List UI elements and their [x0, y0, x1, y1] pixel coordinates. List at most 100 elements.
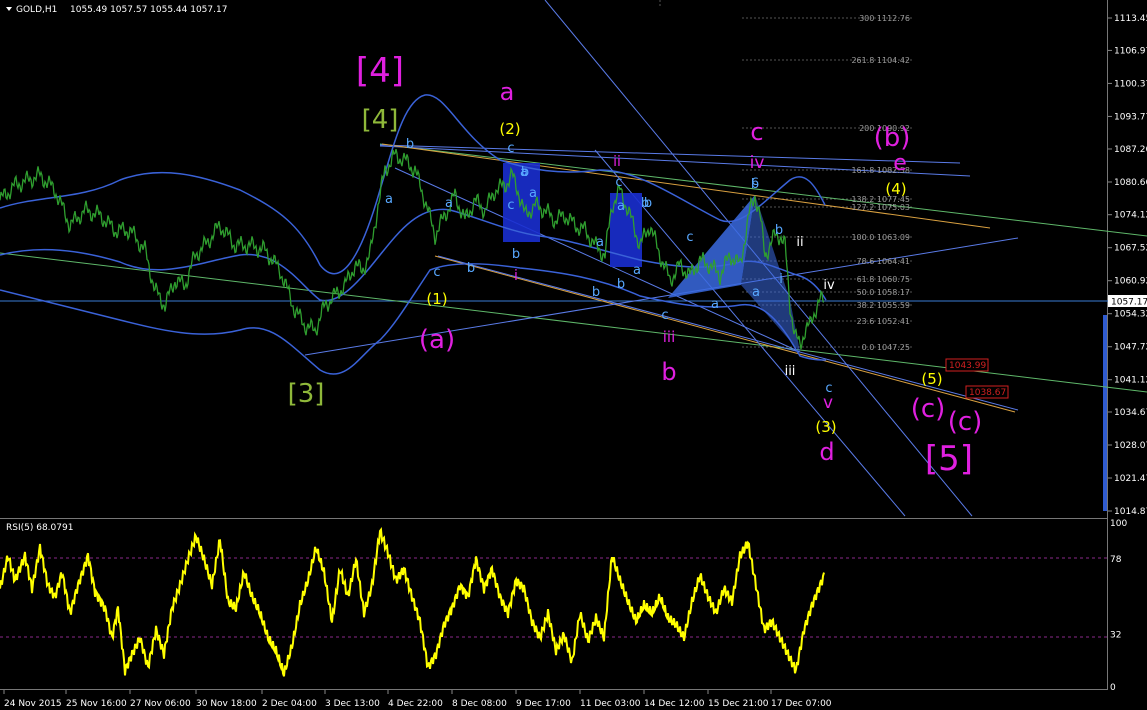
- wave-label: (c): [948, 407, 983, 437]
- wave-label: a: [752, 285, 760, 300]
- wave-label: d: [819, 438, 834, 466]
- fib-level-label: 61.8 1060.75: [857, 275, 910, 284]
- wave-label: (5): [921, 370, 942, 388]
- time-tick-label: 11 Dec 03:00: [580, 699, 641, 709]
- price-tick-label: 1054.32: [1114, 310, 1147, 320]
- fib-level-label: 78.6 1064.41: [857, 257, 910, 266]
- wave-label: c: [615, 175, 622, 190]
- price-tick-label: 1080.66: [1114, 178, 1147, 188]
- wave-label: (1): [426, 290, 447, 308]
- wave-label: b: [617, 277, 625, 292]
- time-tick-label: 25 Nov 16:00: [66, 699, 127, 709]
- wave-label: c: [751, 174, 758, 189]
- wave-label: c: [750, 118, 763, 146]
- fib-level-label: 127.2 1075.03: [851, 203, 910, 212]
- price-tick-label: 1060.92: [1114, 277, 1147, 287]
- wave-label: e: [893, 151, 907, 176]
- wave-label: i: [514, 268, 518, 284]
- price-tick-label: 1047.72: [1114, 343, 1147, 353]
- wave-label: (c): [911, 394, 946, 424]
- price-tick-label: 1041.12: [1114, 376, 1147, 386]
- wave-label: c: [686, 230, 693, 245]
- fib-level-label: 23.6 1052.41: [857, 317, 910, 326]
- fib-level-label: 100.0 1063.09: [851, 233, 910, 242]
- time-tick-label: 17 Dec 07:00: [771, 699, 832, 709]
- fib-level-label: 50.0 1058.17: [857, 288, 910, 297]
- time-tick-label: 30 Nov 18:00: [196, 699, 257, 709]
- wave-label: b: [775, 223, 783, 238]
- wave-label: a: [633, 263, 641, 278]
- price-tick-label: 1087.26: [1114, 145, 1147, 155]
- wave-label: b: [406, 137, 414, 152]
- price-tick-label: 1113.45: [1114, 14, 1147, 24]
- wave-label: [4]: [362, 105, 399, 135]
- wave-label: a: [711, 297, 719, 312]
- wave-label: iii: [785, 364, 796, 379]
- wave-label: i: [779, 272, 783, 287]
- wave-label: (a): [419, 325, 455, 355]
- fib-level-label: 38.2 1055.59: [857, 301, 910, 310]
- price-tick-label: 1028.07: [1114, 441, 1147, 451]
- time-tick-label: 3 Dec 13:00: [325, 699, 380, 709]
- time-tick-label: 9 Dec 17:00: [516, 699, 571, 709]
- wave-label: [4]: [356, 51, 404, 91]
- wave-label: a: [385, 192, 393, 207]
- price-tick-label: 1021.47: [1114, 474, 1147, 484]
- wave-label: a: [617, 199, 625, 214]
- symbol-label: GOLD,H1: [16, 5, 57, 15]
- ohlc-values: 1055.49 1057.57 1055.44 1057.17: [70, 5, 227, 15]
- rsi-tick-label: 78: [1110, 555, 1122, 565]
- price-tick-label: 1093.77: [1114, 112, 1147, 122]
- rsi-tick-label: 32: [1110, 631, 1121, 641]
- wave-label: c: [507, 141, 514, 156]
- fib-level-label: 300 1112.76: [859, 14, 910, 23]
- wave-label: a: [445, 196, 453, 211]
- wave-label: (b): [874, 123, 911, 153]
- rsi-tick-label: 0: [1110, 683, 1116, 693]
- fib-level-label: 0.0 1047.25: [862, 343, 910, 352]
- price-tick-label: 1106.97: [1114, 46, 1147, 56]
- time-tick-label: 14 Dec 12:00: [644, 699, 705, 709]
- wave-label: (3): [815, 418, 836, 436]
- chart-header: GOLD,H1 1055.49 1057.57 1055.44 1057.17: [6, 5, 227, 15]
- price-tick-label: 1067.52: [1114, 244, 1147, 254]
- wave-label: c: [661, 308, 668, 323]
- wave-label: b: [521, 165, 529, 180]
- time-tick-label: 24 Nov 2015: [4, 699, 62, 709]
- wave-label: a: [529, 186, 537, 201]
- rsi-label: RSI(5) 68.0791: [6, 523, 73, 533]
- wave-label: b: [661, 358, 676, 386]
- price-tick-label: 1100.37: [1114, 79, 1147, 89]
- time-tick-label: 15 Dec 21:00: [708, 699, 769, 709]
- wave-label: b: [512, 247, 520, 262]
- wave-label: iv: [750, 153, 765, 173]
- wave-label: a: [596, 235, 604, 250]
- wave-label: b: [641, 196, 649, 211]
- wave-label: c: [825, 381, 832, 396]
- wave-label: [5]: [925, 439, 973, 479]
- wave-label: ii: [613, 154, 621, 170]
- wave-label: (2): [499, 120, 520, 138]
- time-tick-label: 4 Dec 22:00: [388, 699, 443, 709]
- price-tag-label: 1038.67: [969, 388, 1006, 398]
- price-tick-label: 1074.12: [1114, 211, 1147, 221]
- wave-label: iv: [823, 278, 835, 293]
- chart-svg: GOLD,H1 1055.49 1057.57 1055.44 1057.17 …: [0, 0, 1147, 710]
- time-tick-label: 27 Nov 06:00: [130, 699, 191, 709]
- price-tick-label: 1034.67: [1114, 408, 1147, 418]
- chart-window: GOLD,H1 1055.49 1057.57 1055.44 1057.17 …: [0, 0, 1147, 710]
- price-tick-label: 1014.87: [1114, 507, 1147, 517]
- wave-label: iii: [663, 328, 676, 346]
- wave-label: c: [433, 265, 440, 280]
- wave-label: b: [467, 261, 475, 276]
- wave-label: c: [507, 198, 514, 213]
- rsi-tick-label: 100: [1110, 519, 1127, 529]
- time-tick-label: 2 Dec 04:00: [262, 699, 317, 709]
- wave-label: b: [592, 285, 600, 300]
- wave-label: (4): [885, 180, 906, 198]
- price-tag-label: 1043.99: [949, 361, 986, 371]
- fib-level-label: 261.8 1104.42: [851, 56, 910, 65]
- wave-label: v: [823, 393, 833, 413]
- current-price-tag: 1057.17: [1111, 298, 1147, 308]
- wave-label: a: [500, 78, 515, 106]
